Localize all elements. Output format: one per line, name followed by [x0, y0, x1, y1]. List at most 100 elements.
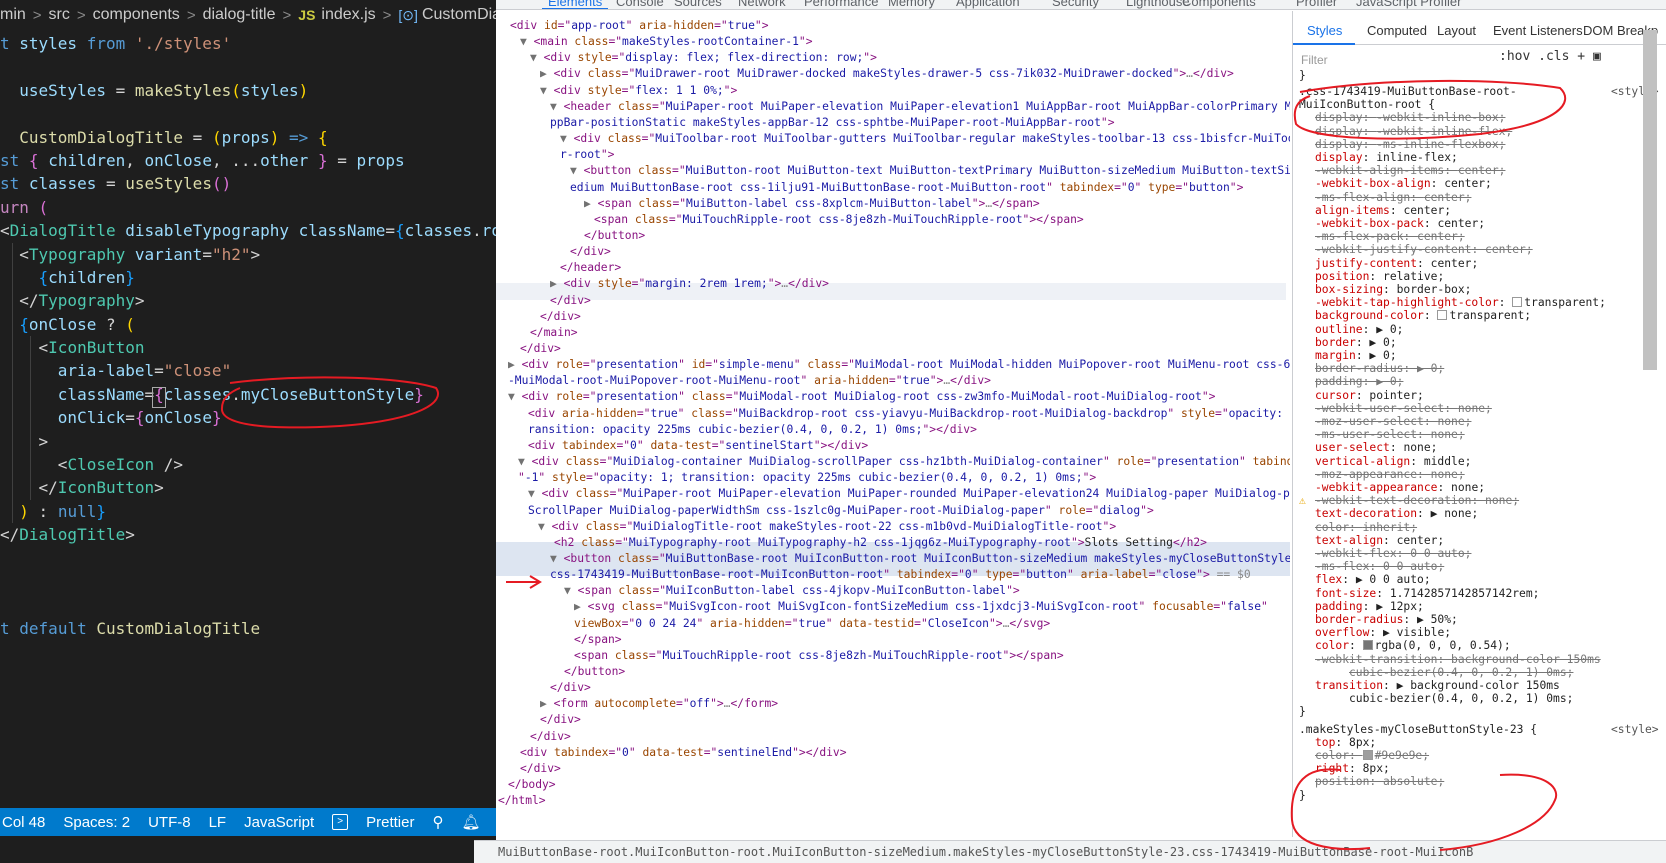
live-share-icon[interactable]: ⚲: [432, 813, 443, 831]
code-line[interactable]: [0, 593, 496, 616]
css-declaration[interactable]: -webkit-appearance: none;: [1315, 481, 1485, 494]
code-line[interactable]: {children}: [0, 265, 496, 290]
dom-node-line[interactable]: ▼ <div role="presentation" class="MuiMod…: [508, 388, 1215, 405]
css-declaration[interactable]: background-color: transparent;: [1315, 309, 1531, 322]
devtools-tab-elements[interactable]: Elements: [548, 0, 602, 9]
styles-scrollbar[interactable]: [1643, 30, 1657, 370]
css-declaration[interactable]: flex: ▶ 0 0 auto;: [1315, 573, 1431, 586]
devtools-tab-performance[interactable]: Performance: [804, 0, 878, 9]
devtools-tab-application[interactable]: Application: [956, 0, 1020, 9]
css-declaration[interactable]: margin: ▶ 0;: [1315, 349, 1397, 362]
styles-tab-1[interactable]: Computed: [1367, 23, 1427, 38]
status-cursor-position[interactable]: Col 48: [2, 814, 45, 831]
code-line[interactable]: <DialogTitle disableTypography className…: [0, 219, 496, 242]
devtools-tab-sources[interactable]: Sources: [674, 0, 722, 9]
css-declaration[interactable]: -webkit-user-select: none;: [1315, 402, 1492, 415]
status-formatter[interactable]: Prettier: [366, 814, 414, 831]
dom-node-line[interactable]: <span class="MuiTouchRipple-root css-8je…: [574, 647, 1064, 664]
dom-node-line[interactable]: ▶ <svg class="MuiSvgIcon-root MuiSvgIcon…: [574, 598, 1268, 615]
code-line[interactable]: urn (: [0, 196, 496, 219]
code-line[interactable]: </Typography>: [0, 289, 496, 313]
css-declaration[interactable]: display: -webkit-inline-box;: [1315, 111, 1505, 124]
dom-node-line[interactable]: <div tabindex="0" data-test="sentinelSta…: [528, 437, 868, 454]
code-line[interactable]: </IconButton>: [0, 476, 496, 500]
dom-node-line[interactable]: ▶ <div style="margin: 2rem 1rem;">…</div…: [550, 275, 829, 292]
css-declaration[interactable]: color: inherit;: [1315, 521, 1417, 534]
code-line[interactable]: aria-label="close": [0, 359, 496, 383]
dom-node-line[interactable]: <div aria-hidden="true" class="MuiBackdr…: [528, 405, 1290, 422]
css-declaration[interactable]: -webkit-transition: background-color 150…: [1315, 653, 1601, 666]
css-declaration[interactable]: -ms-flex-pack: center;: [1315, 230, 1465, 243]
dom-node-line[interactable]: ppBar-positionStatic makeStyles-appBar-1…: [550, 114, 1115, 131]
breadcrumb-item[interactable]: CustomDia: [422, 6, 496, 24]
expand-triangle-icon[interactable]: ▼: [538, 520, 552, 533]
expand-triangle-icon[interactable]: ▶: [550, 277, 564, 290]
expand-triangle-icon[interactable]: ▶: [540, 697, 554, 710]
dom-node-line[interactable]: ▶ <form autocomplete="off">…</form>: [540, 695, 778, 712]
dom-node-line[interactable]: </div>: [520, 760, 561, 777]
dom-node-line[interactable]: ▼ <div class="MuiDialog-container MuiDia…: [518, 453, 1290, 470]
dom-breadcrumb-bar[interactable]: MuiButtonBase-root.MuiIconButton-root.Mu…: [474, 840, 1666, 863]
css-declaration[interactable]: -moz-appearance: none;: [1315, 468, 1465, 481]
expand-triangle-icon[interactable]: ▼: [550, 100, 564, 113]
devtools-tab-javascript-profiler[interactable]: JavaScript Profiler: [1356, 0, 1461, 9]
breadcrumb-item[interactable]: min: [0, 6, 26, 24]
code-line[interactable]: <IconButton: [0, 336, 496, 360]
dom-node-line[interactable]: ▼ <span class="MuiIconButton-label css-4…: [564, 582, 1020, 599]
expand-triangle-icon[interactable]: ▶: [508, 358, 522, 371]
dom-node-line[interactable]: </div>: [550, 679, 591, 696]
code-line[interactable]: [0, 102, 496, 125]
css-declaration[interactable]: user-select: none;: [1315, 441, 1437, 454]
dom-node-line[interactable]: ▼ <main class="makeStyles-rootContainer-…: [520, 33, 813, 50]
code-line[interactable]: useStyles = makeStyles(styles): [0, 79, 496, 102]
css-declaration[interactable]: vertical-align: middle;: [1315, 455, 1471, 468]
expand-triangle-icon[interactable]: ▶: [540, 67, 554, 80]
dom-node-line[interactable]: <span class="MuiTouchRipple-root css-8je…: [594, 211, 1084, 228]
color-swatch[interactable]: [1512, 297, 1523, 308]
code-line[interactable]: [0, 570, 496, 593]
dom-node-line[interactable]: <div tabindex="0" data-test="sentinelEnd…: [520, 744, 847, 761]
css-declaration[interactable]: right: 8px;: [1315, 762, 1390, 775]
css-declaration[interactable]: -moz-user-select: none;: [1315, 415, 1471, 428]
devtools-tab-security[interactable]: Security: [1052, 0, 1099, 9]
css-declaration[interactable]: border-radius: ▶ 50%;: [1315, 613, 1458, 626]
code-line[interactable]: ) : null}: [0, 499, 496, 524]
dom-node-line[interactable]: </html>: [498, 792, 546, 809]
dom-node-line[interactable]: </div>: [540, 308, 581, 325]
dom-node-line[interactable]: </div>: [570, 243, 611, 260]
dom-node-line[interactable]: r-root">: [560, 146, 614, 163]
css-declaration[interactable]: align-items: center;: [1315, 204, 1451, 217]
devtools-tab-console[interactable]: Console: [616, 0, 664, 9]
dom-node-line[interactable]: "-1" style="opacity: 1; transition: opac…: [518, 469, 1096, 486]
expand-triangle-icon[interactable]: ▼: [508, 390, 522, 403]
code-line[interactable]: t default CustomDialogTitle: [0, 617, 496, 640]
css-declaration[interactable]: cubic-bezier(0.4, 0, 0.2, 1) 0ms;: [1349, 692, 1573, 705]
css-declaration[interactable]: padding: ▶ 0;: [1315, 375, 1403, 388]
dom-node-line[interactable]: </div>: [550, 292, 591, 309]
expand-triangle-icon[interactable]: ▼: [530, 51, 544, 64]
dom-node-line[interactable]: </button>: [564, 663, 625, 680]
rule-selector[interactable]: .makeStyles-myCloseButtonStyle-23 {: [1299, 723, 1537, 736]
css-declaration[interactable]: border: ▶ 0;: [1315, 336, 1397, 349]
css-declaration[interactable]: justify-content: center;: [1315, 257, 1478, 270]
dom-node-line[interactable]: ▼ <div class="MuiToolbar-root MuiToolbar…: [560, 130, 1290, 147]
dom-node-line[interactable]: </header>: [560, 259, 621, 276]
expand-triangle-icon[interactable]: ▶: [584, 197, 598, 210]
code-line[interactable]: >: [0, 429, 496, 454]
dom-node-line[interactable]: ransition: opacity 225ms cubic-bezier(0.…: [528, 421, 977, 438]
breadcrumb-item[interactable]: dialog-title: [203, 6, 276, 24]
filter-tools[interactable]: :hov .cls + ▣: [1499, 49, 1601, 64]
css-declaration[interactable]: color: rgba(0, 0, 0, 0.54);: [1315, 639, 1511, 652]
css-declaration[interactable]: position: absolute;: [1315, 775, 1444, 788]
dom-node-line[interactable]: ▶ <div class="MuiDrawer-root MuiDrawer-d…: [540, 65, 1234, 82]
devtools-tab-memory[interactable]: Memory: [888, 0, 935, 9]
dom-node-line[interactable]: ▶ <div role="presentation" id="simple-me…: [508, 356, 1290, 373]
code-line[interactable]: t styles from './styles': [0, 32, 496, 55]
devtools-tab-components[interactable]: Components: [1182, 0, 1256, 9]
dom-node-line[interactable]: ScrollPaper MuiDialog-paperWidthSm css-1…: [528, 502, 1154, 519]
dom-node-line[interactable]: ▼ <header class="MuiPaper-root MuiPaper-…: [550, 98, 1290, 115]
code-editor[interactable]: min > src > components > dialog-title > JS index.…: [0, 0, 496, 863]
css-declaration[interactable]: -webkit-tap-highlight-color: transparent…: [1315, 296, 1606, 309]
expand-triangle-icon[interactable]: ▼: [518, 455, 532, 468]
expand-triangle-icon[interactable]: ▼: [570, 164, 584, 177]
